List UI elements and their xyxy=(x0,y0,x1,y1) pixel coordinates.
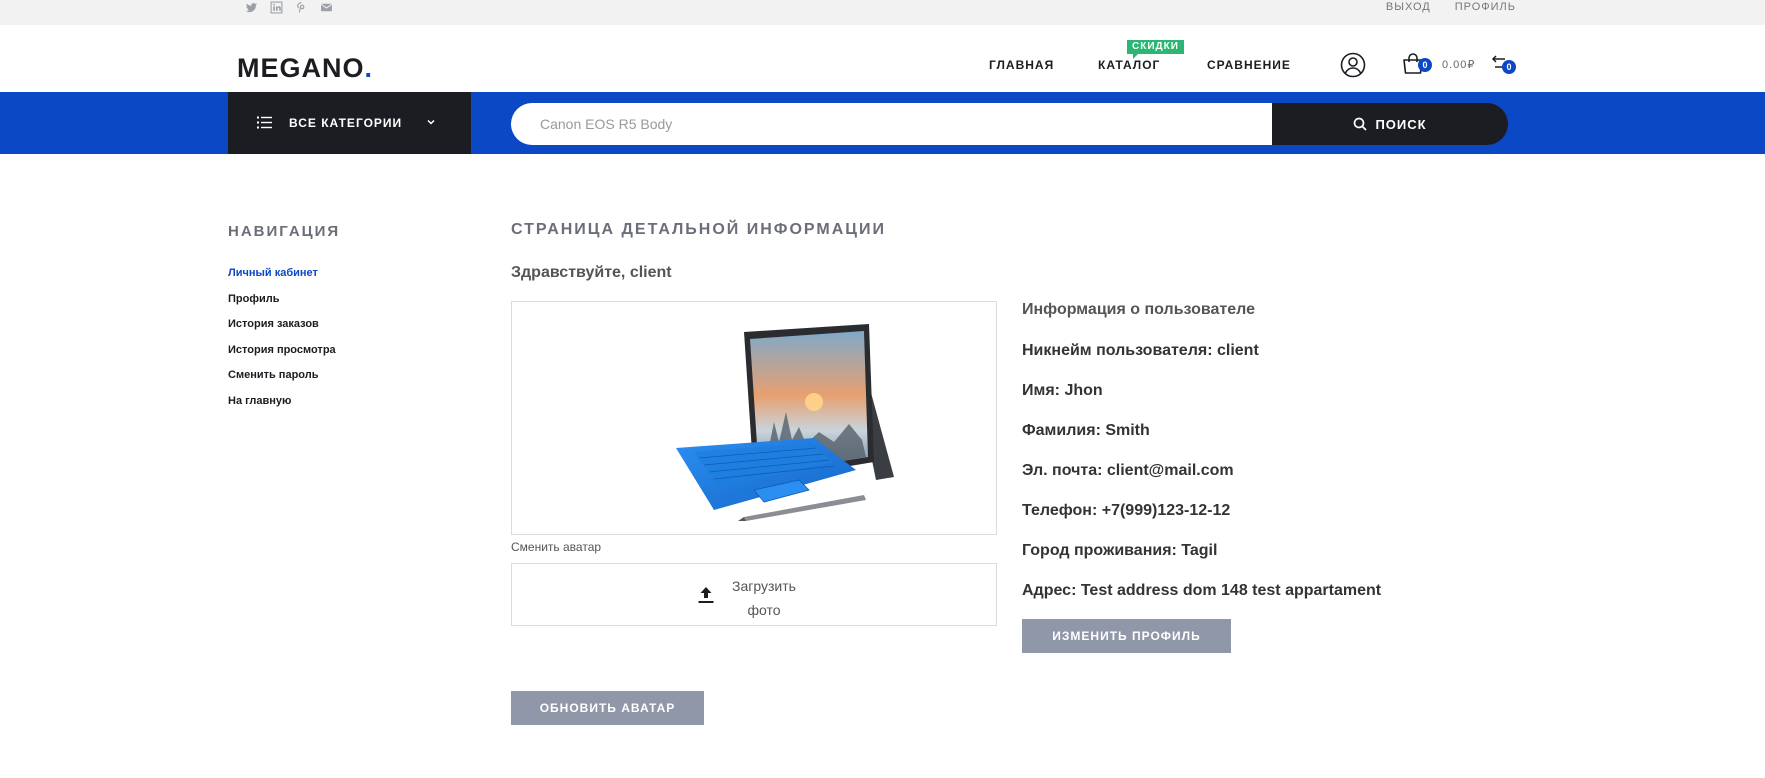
chevron-down-icon xyxy=(427,119,435,125)
all-categories-button[interactable]: ВСЕ КАТЕГОРИИ xyxy=(228,92,471,154)
logo-dot: . xyxy=(364,53,374,83)
search-button-label: ПОИСК xyxy=(1375,116,1427,132)
nav-compare[interactable]: СРАВНЕНИЕ xyxy=(1207,58,1291,72)
sidebar-item-label[interactable]: Сменить пароль xyxy=(228,369,319,381)
change-avatar-label: Сменить аватар xyxy=(511,540,602,554)
info-phone: Телефон: +7(999)123-12-12 xyxy=(1022,502,1231,519)
top-bar: ВЫХОД ПРОФИЛЬ xyxy=(0,0,1765,25)
sidebar-item-order-history[interactable]: История заказов xyxy=(228,317,336,343)
sidebar-item-label[interactable]: Личный кабинет xyxy=(228,267,318,279)
sidebar-item-label[interactable]: История заказов xyxy=(228,318,319,330)
nav-home[interactable]: ГЛАВНАЯ xyxy=(989,58,1054,72)
user-info-title: Информация о пользователе xyxy=(1022,301,1255,318)
info-first-name: Имя: Jhon xyxy=(1022,382,1103,399)
sidebar-item-label[interactable]: Профиль xyxy=(228,293,279,305)
user-info-list: Никнейм пользователя: client Имя: Jhon Ф… xyxy=(1022,341,1381,621)
upload-label-line1: Загрузить xyxy=(732,578,796,594)
site-header: MEGANO. ГЛАВНАЯ КАТАЛОГ СКИДКИ СРАВНЕНИЕ… xyxy=(0,25,1765,92)
search-icon xyxy=(1354,117,1368,131)
sidebar-item-profile[interactable]: Профиль xyxy=(228,292,336,318)
sale-badge: СКИДКИ xyxy=(1127,40,1184,59)
pinterest-icon[interactable] xyxy=(295,1,308,14)
twitter-icon[interactable] xyxy=(245,1,258,14)
info-city: Город проживания: Tagil xyxy=(1022,542,1218,559)
profile-link[interactable]: ПРОФИЛЬ xyxy=(1455,0,1516,14)
logout-link[interactable]: ВЫХОД xyxy=(1386,0,1431,14)
sidebar-item-home[interactable]: На главную xyxy=(228,394,336,420)
info-nickname: Никнейм пользователя: client xyxy=(1022,342,1259,359)
user-icon[interactable] xyxy=(1340,52,1366,78)
info-email: Эл. почта: client@mail.com xyxy=(1022,462,1234,479)
upload-icon xyxy=(698,587,714,603)
logo[interactable]: MEGANO. xyxy=(237,51,373,85)
cart-count-badge: 0 xyxy=(1418,58,1432,72)
edit-profile-button[interactable]: ИЗМЕНИТЬ ПРОФИЛЬ xyxy=(1022,619,1231,653)
page-title: СТРАНИЦА ДЕТАЛЬНОЙ ИНФОРМАЦИИ xyxy=(511,221,886,238)
cart-total: 0.00₽ xyxy=(1442,59,1476,71)
info-address: Адрес: Test address dom 148 test apparta… xyxy=(1022,582,1382,599)
sidebar-nav: Личный кабинет Профиль История заказов И… xyxy=(228,266,336,419)
all-categories-label: ВСЕ КАТЕГОРИИ xyxy=(289,116,403,130)
avatar-image xyxy=(676,324,894,521)
mail-icon[interactable] xyxy=(320,1,333,14)
sidebar-item-label[interactable]: История просмотра xyxy=(228,344,336,356)
info-last-name: Фамилия: Smith xyxy=(1022,422,1150,439)
upload-photo-field[interactable]: Загрузить фото xyxy=(511,563,997,626)
sidebar-item-account[interactable]: Личный кабинет xyxy=(228,266,336,292)
top-links: ВЫХОД ПРОФИЛЬ xyxy=(1386,0,1516,14)
greeting: Здравствуйте, client xyxy=(511,264,672,281)
social-links xyxy=(245,0,333,14)
avatar xyxy=(511,301,997,535)
sidebar-item-view-history[interactable]: История просмотра xyxy=(228,343,336,369)
list-icon xyxy=(257,116,272,129)
search-input[interactable] xyxy=(511,103,1273,145)
update-avatar-button[interactable]: ОБНОВИТЬ АВАТАР xyxy=(511,691,704,725)
search-button[interactable]: ПОИСК xyxy=(1272,103,1508,145)
sidebar-item-label[interactable]: На главную xyxy=(228,395,291,407)
linkedin-icon[interactable] xyxy=(270,1,283,14)
sidebar-title: НАВИГАЦИЯ xyxy=(228,223,341,240)
compare-count-badge: 0 xyxy=(1502,60,1516,74)
nav-catalog[interactable]: КАТАЛОГ xyxy=(1098,58,1160,72)
upload-label-line2: фото xyxy=(747,602,781,618)
sidebar-item-change-password[interactable]: Сменить пароль xyxy=(228,368,336,394)
upload-photo-label: Загрузить фото xyxy=(729,574,799,622)
